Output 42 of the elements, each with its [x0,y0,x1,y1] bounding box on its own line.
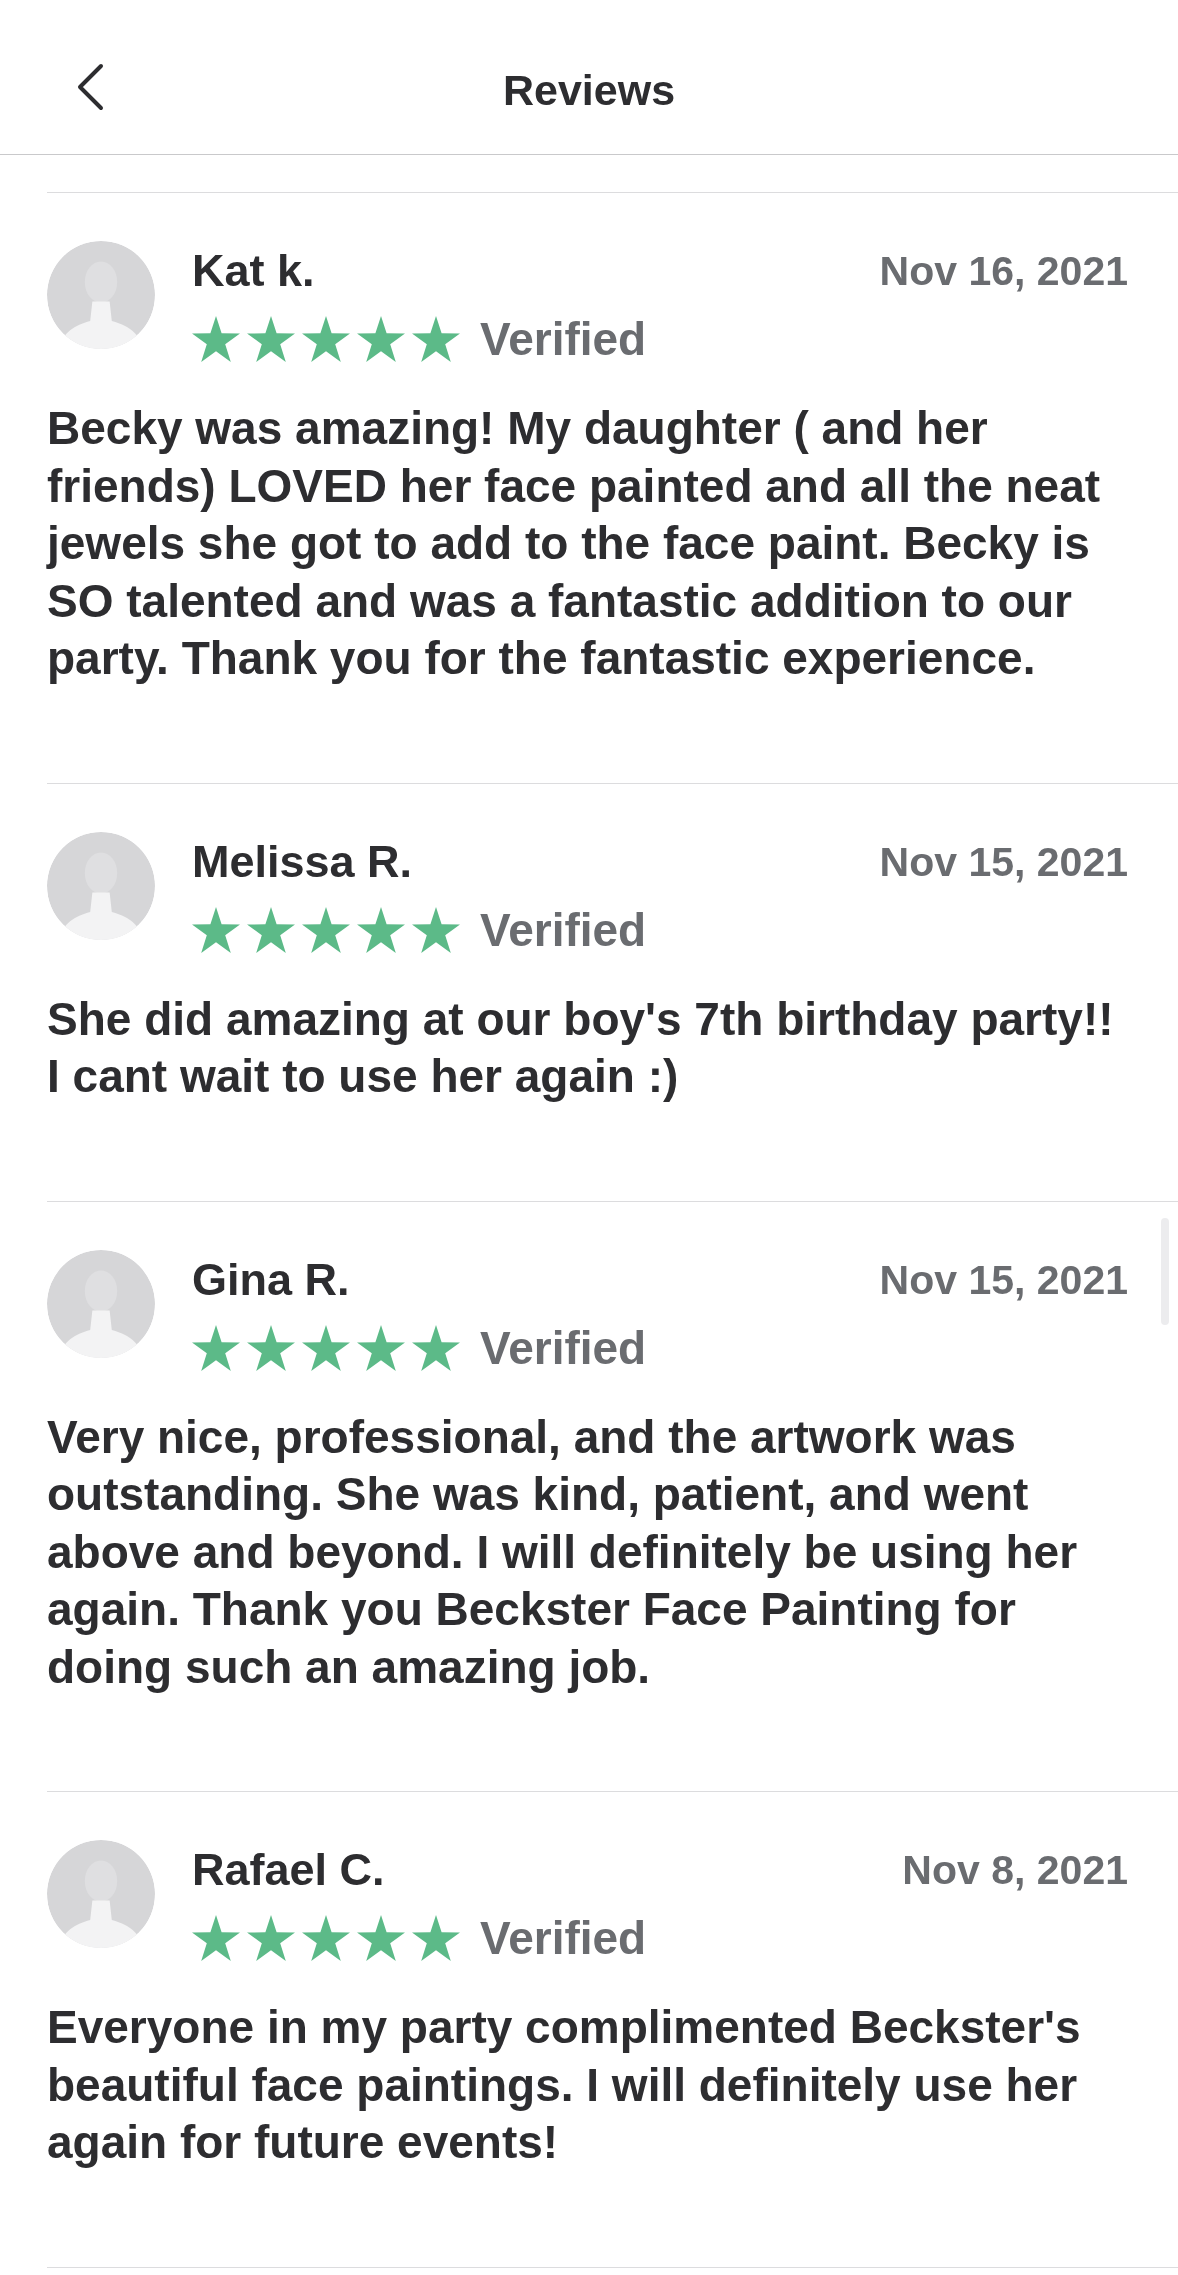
star-icon [192,1324,240,1371]
star-icon [302,1915,350,1961]
star-icon [247,1324,295,1371]
star-icon [357,906,405,953]
reviewer-name: Kat k. [192,244,315,298]
review-text: She did amazing at our boy's 7th birthday party!! I cant wait to use her again :) [47,991,1115,1104]
verified-label: Verified [480,1911,647,1966]
star-icon [247,316,295,362]
star-icon [192,316,240,362]
review-text: Becky was amazing! My daughter ( and her friends) LOVED her face painted and all the neat jewels she got to add to the face paint. Becky is SO talented and was a fantastic addition to our party. Thank you for the fantastic experience. [47,401,1102,686]
review-date: Nov 15, 2021 [879,1255,1128,1305]
reviewer-name: Gina R. [192,1252,350,1307]
reviewer-name: Melissa R. [192,834,413,889]
verified-label: Verified [480,902,647,958]
star-icon [192,906,240,953]
star-icon [247,906,295,953]
star-icon [357,1324,405,1371]
star-icon [357,316,405,362]
page-title: Reviews [502,65,676,116]
star-icon [302,316,350,362]
reviewer-name: Rafael C. [192,1843,385,1897]
star-icon [412,1324,460,1371]
review-text: Everyone in my party complimented Beckster's beautiful face paintings. I will definitely use her again for future events! [47,2000,1082,2170]
avatar-silhouette-icon [47,1840,155,1948]
avatar-silhouette-icon [47,831,155,940]
verified-label: Verified [480,312,647,367]
avatar-silhouette-icon [47,241,155,349]
avatar-silhouette-icon [47,1249,155,1358]
review-date: Nov 15, 2021 [879,837,1128,887]
star-icon [412,316,460,362]
star-icon [192,1915,240,1961]
review-text: Very nice, professional, and the artwork was outstanding. She was kind, patient, and went above and beyond. I will definitely be using her again. Thank you Beckster Face Painting for doing such an amazing job. [47,1409,1079,1695]
star-icon [302,906,350,953]
verified-label: Verified [480,1320,647,1376]
review-date: Nov 8, 2021 [902,1846,1128,1895]
review-date: Nov 16, 2021 [879,247,1128,296]
star-icon [302,1324,350,1371]
star-icon [357,1915,405,1961]
chevron-left-icon [75,63,105,111]
star-icon [247,1915,295,1961]
star-icon [412,1915,460,1961]
star-icon [412,906,460,953]
